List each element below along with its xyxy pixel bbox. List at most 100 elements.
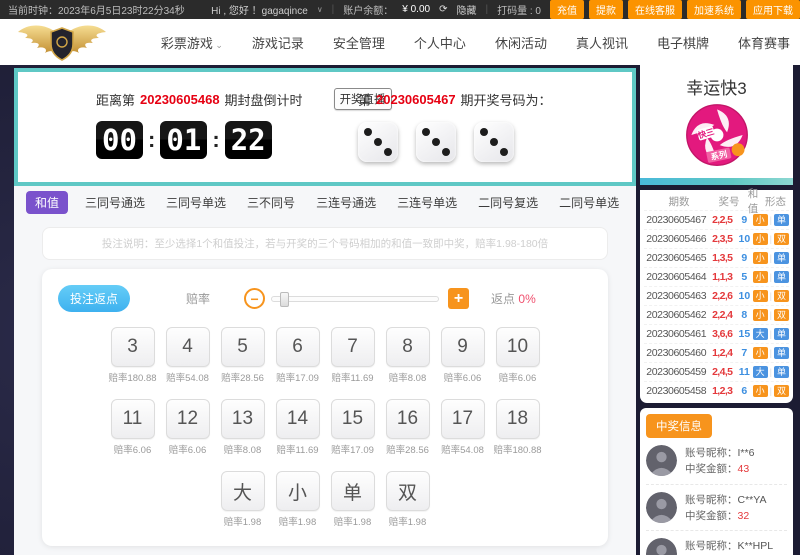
nav-item-3[interactable]: 个人中心	[414, 33, 466, 52]
nav-item-7[interactable]: 体育赛事	[738, 33, 790, 52]
bet-button-15[interactable]: 15	[331, 399, 375, 439]
bet-button-6[interactable]: 6	[276, 327, 320, 367]
divider: |	[770, 215, 772, 225]
tab-7[interactable]: 二同号单选	[555, 191, 623, 214]
bet-button-双[interactable]: 双	[386, 471, 430, 511]
bet-button-8[interactable]: 8	[386, 327, 430, 367]
history-form: 小|双	[753, 385, 789, 398]
history-form: 小|单	[753, 214, 789, 227]
countdown-hours: 00	[96, 121, 143, 159]
bet-button-16[interactable]: 16	[386, 399, 430, 439]
nav-item-0[interactable]: 彩票游戏 ⌄	[161, 33, 223, 52]
history-numbers: 1,1,3	[708, 271, 736, 283]
bet-button-单[interactable]: 单	[331, 471, 375, 511]
odds-slider[interactable]	[271, 296, 439, 302]
bet-cell-10: 10赔率6.06	[493, 327, 543, 384]
bet-button-3[interactable]: 3	[111, 327, 155, 367]
nav-item-5[interactable]: 真人视讯	[576, 33, 628, 52]
refresh-icon[interactable]: ⟳	[439, 4, 447, 15]
size-badge: 小	[753, 252, 768, 265]
result-suffix: 期开奖号码为：	[461, 90, 552, 109]
history-sum: 9	[736, 214, 753, 226]
history-period: 20230605462	[644, 309, 708, 321]
parity-badge: 单	[774, 271, 789, 284]
slider-handle[interactable]	[280, 292, 289, 307]
bet-button-小[interactable]: 小	[276, 471, 320, 511]
divider: |	[770, 386, 772, 396]
bet-button-7[interactable]: 7	[331, 327, 375, 367]
tab-2[interactable]: 三同号单选	[162, 191, 230, 214]
parity-badge: 双	[774, 290, 789, 303]
history-body: 202306054672,2,59小|单202306054662,3,510小|…	[644, 210, 789, 400]
odds-text: 赔率17.09	[328, 442, 378, 456]
nav-item-1[interactable]: 游戏记录	[252, 33, 304, 52]
amount-label: 中奖金额：	[685, 510, 738, 522]
bet-button-大[interactable]: 大	[221, 471, 265, 511]
divider: |	[770, 234, 772, 244]
rebate-row: 投注返点 赔率 − + 返点 0%	[42, 285, 608, 312]
topbar-button-3[interactable]: 加速系统	[687, 0, 741, 19]
tab-0[interactable]: 和值	[26, 191, 68, 214]
current-clock: 当前时钟：2023年6月5日23时22分34秒	[8, 2, 185, 17]
bet-rebate-button[interactable]: 投注返点	[58, 285, 130, 312]
bet-button-5[interactable]: 5	[221, 327, 265, 367]
nav-item-2[interactable]: 安全管理	[333, 33, 385, 52]
user-greeting[interactable]: Hi , 您好 ！gagaqince	[211, 2, 308, 17]
topbar-button-0[interactable]: 充值	[550, 0, 584, 19]
odds-text: 赔率11.69	[328, 370, 378, 384]
list-item: 账号昵称：C**YA中奖金额：32	[646, 485, 787, 532]
tab-6[interactable]: 二同号复选	[474, 191, 542, 214]
nickname-value: I**6	[738, 447, 755, 459]
bet-cell-12: 12 赔率6.06	[163, 399, 213, 456]
bet-button-12[interactable]: 12	[166, 399, 210, 439]
bet-button-17[interactable]: 17	[441, 399, 485, 439]
nav-item-6[interactable]: 电子棋牌	[657, 33, 709, 52]
topbar-button-2[interactable]: 在线客服	[628, 0, 682, 19]
countdown-clock: 00 : 01 : 22	[96, 121, 328, 159]
chevron-down-icon[interactable]: ∨	[317, 5, 323, 14]
tab-4[interactable]: 三连号通选	[312, 191, 380, 214]
bet-button-10[interactable]: 10	[496, 327, 540, 367]
tab-1[interactable]: 三同号通选	[81, 191, 149, 214]
winner-text: 账号昵称：I**6中奖金额：43	[685, 445, 754, 478]
history-sum: 10	[736, 290, 753, 302]
nav-menu: 彩票游戏 ⌄ 游戏记录 安全管理 个人中心 休闲活动 真人视讯 电子棋牌 体育赛事	[110, 33, 794, 52]
winners-info-button[interactable]: 中奖信息	[646, 414, 712, 438]
main-area: 距离第 20230605468 期封盘倒计时 开奖直播 00 : 01 : 22…	[0, 65, 800, 555]
bet-button-11[interactable]: 11	[111, 399, 155, 439]
closing-prefix: 距离第	[96, 90, 135, 109]
minus-icon[interactable]: −	[244, 288, 265, 309]
table-row: 202306054641,1,35小|单	[644, 267, 789, 286]
parity-badge: 单	[774, 328, 789, 341]
winner-amount: 中奖金额：43	[685, 461, 754, 477]
bet-button-13[interactable]: 13	[221, 399, 265, 439]
history-sum: 10	[736, 233, 753, 245]
size-badge: 大	[753, 366, 768, 379]
nickname-label: 账号昵称：	[685, 540, 738, 552]
bet-button-4[interactable]: 4	[166, 327, 210, 367]
bet-cell-9: 9赔率6.06	[438, 327, 488, 384]
divider: |	[332, 4, 335, 15]
history-numbers: 2,3,5	[708, 233, 736, 245]
nav-item-4[interactable]: 休闲活动	[495, 33, 547, 52]
tab-5[interactable]: 三连号单选	[393, 191, 461, 214]
odds-text: 赔率1.98	[218, 514, 268, 528]
tab-3[interactable]: 三不同号	[243, 191, 299, 214]
history-period: 20230605463	[644, 290, 708, 302]
history-numbers: 1,2,3	[708, 385, 736, 397]
bet-row-2: 11赔率6.0612赔率6.0613赔率8.0814赔率11.6915赔率17.…	[42, 399, 608, 456]
bet-button-14[interactable]: 14	[276, 399, 320, 439]
bet-cell-18: 18赔率180.88	[493, 399, 543, 456]
size-badge: 小	[753, 385, 768, 398]
bet-button-18[interactable]: 18	[496, 399, 540, 439]
tab-bar: 和值三同号通选三同号单选三不同号三连号通选三连号单选二同号复选二同号单选二不同号	[14, 186, 636, 219]
amount-value: 32	[738, 510, 750, 522]
history-period: 20230605466	[644, 233, 708, 245]
history-header-0: 期数	[644, 194, 714, 209]
topbar-button-1[interactable]: 提款	[589, 0, 623, 19]
plus-icon[interactable]: +	[448, 288, 469, 309]
hide-balance-link[interactable]: 隐藏	[456, 2, 476, 17]
odds-text: 赔率6.06	[163, 442, 213, 456]
bet-button-9[interactable]: 9	[441, 327, 485, 367]
topbar-button-4[interactable]: 应用下载	[746, 0, 800, 19]
